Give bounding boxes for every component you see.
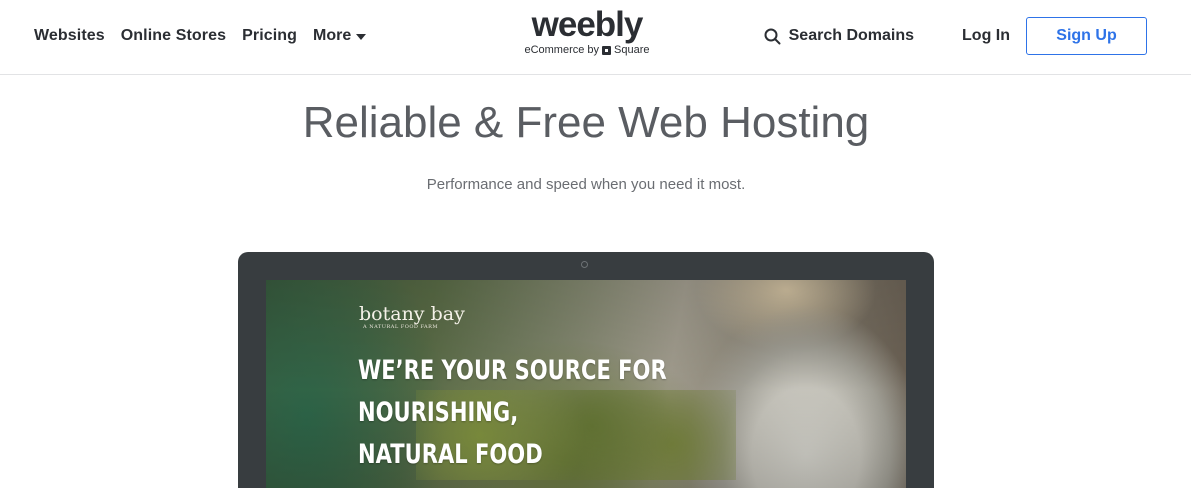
hero-title: Reliable & Free Web Hosting bbox=[302, 98, 870, 147]
nav-more-label: More bbox=[313, 27, 352, 44]
square-logo-icon bbox=[602, 45, 612, 55]
search-icon bbox=[764, 28, 781, 44]
header-actions: Search Domains Log In Sign Up bbox=[764, 0, 1147, 72]
page: Websites Online Stores Pricing More weeb… bbox=[0, 0, 1191, 488]
primary-nav: Websites Online Stores Pricing More bbox=[34, 0, 367, 72]
caret-down-icon bbox=[356, 33, 367, 40]
weebly-logo[interactable]: weebly eCommerce by Square bbox=[520, 5, 654, 57]
nav-link-pricing[interactable]: Pricing bbox=[242, 27, 297, 45]
logo-subline: eCommerce by Square bbox=[520, 44, 654, 56]
search-domains-label: Search Domains bbox=[788, 27, 915, 44]
preview-headline: WE’RE YOUR SOURCE FOR NOURISHING, NATURA… bbox=[358, 350, 732, 476]
preview-brand-tagline: A NATURAL FOOD FARM bbox=[363, 324, 439, 330]
nav-more-dropdown[interactable]: More bbox=[313, 27, 367, 45]
hero-subtitle: Performance and speed when you need it m… bbox=[426, 176, 746, 193]
search-domains-link[interactable]: Search Domains bbox=[764, 27, 914, 45]
laptop-screen-preview: botany bay A NATURAL FOOD FARM WE’RE YOU… bbox=[266, 280, 906, 488]
camera-icon bbox=[581, 261, 588, 268]
logo-sub-prefix: eCommerce by bbox=[524, 44, 600, 56]
signup-button[interactable]: Sign Up bbox=[1026, 17, 1147, 55]
preview-headline-line1: WE’RE YOUR SOURCE FOR NOURISHING, bbox=[358, 355, 667, 428]
logo-sub-brand: Square bbox=[614, 44, 650, 56]
login-link[interactable]: Log In bbox=[962, 27, 1010, 45]
laptop-mockup: botany bay A NATURAL FOOD FARM WE’RE YOU… bbox=[238, 252, 934, 488]
nav-link-online-stores[interactable]: Online Stores bbox=[121, 27, 226, 45]
top-header: Websites Online Stores Pricing More weeb… bbox=[0, 0, 1191, 75]
nav-link-websites[interactable]: Websites bbox=[34, 27, 105, 45]
logo-wordmark: weebly bbox=[531, 5, 644, 44]
preview-headline-line2: NATURAL FOOD bbox=[358, 439, 543, 470]
preview-brand-logo: botany bay bbox=[359, 303, 465, 325]
